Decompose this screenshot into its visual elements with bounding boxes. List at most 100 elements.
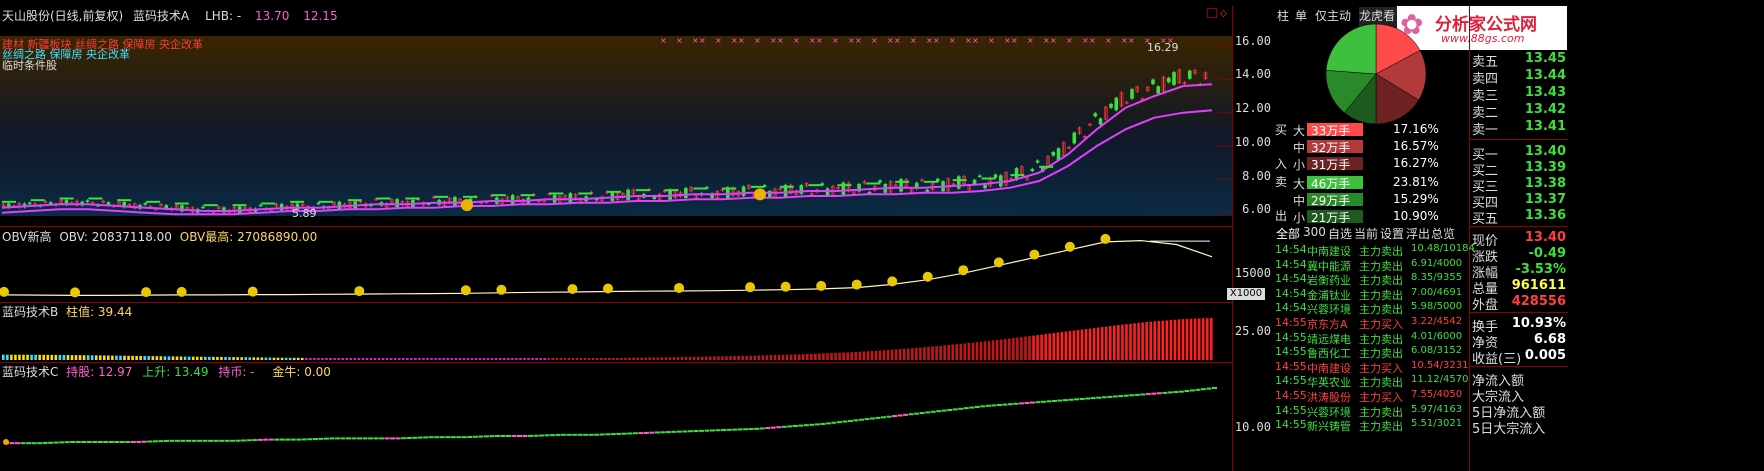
indicator-c-segment <box>20 442 26 445</box>
stat-row: 净资 6.68 <box>1470 332 1568 351</box>
indicator-bar <box>983 341 987 360</box>
indicator-bar <box>1108 326 1112 360</box>
indicator-bar <box>288 357 292 360</box>
indicator-bar <box>567 358 571 360</box>
chart-b-svg <box>2 317 1213 360</box>
obv-new-high-icon <box>780 281 791 292</box>
indicator-bar <box>329 358 332 360</box>
indicator-bar <box>870 351 874 360</box>
indicator-c-segment <box>384 437 390 440</box>
indicator-c-segment <box>186 439 192 442</box>
indicator-bar <box>50 354 54 360</box>
indicator-bar <box>34 354 37 360</box>
obv-new-high-icon <box>247 286 258 297</box>
indicator-c-segment <box>1178 390 1184 393</box>
chart-diamond-icon[interactable]: ◇ <box>1220 9 1227 19</box>
indicator-bar <box>991 340 995 360</box>
indicator-bar <box>733 356 736 360</box>
chart-b-pane[interactable]: 蓝码技术B 柱值: 39.44 <box>0 302 1232 363</box>
stat-value: 961611 <box>1511 278 1566 293</box>
quote-panel: 卖五 13.45 卖四 13.44 卖三 13.43 卖二 13.42 卖一 13.41 买一 13.… <box>1273 6 1568 471</box>
indicator-c-segment <box>974 405 980 408</box>
signal-marker: × <box>731 36 738 45</box>
candle-body <box>741 186 746 196</box>
indicator-bar <box>1016 337 1019 360</box>
indicator-c-segment <box>847 419 853 422</box>
indicator-bar <box>401 358 405 360</box>
candle-body <box>993 174 998 178</box>
sell-quote-row[interactable]: 卖一 13.41 <box>1470 119 1568 138</box>
indicator-c-segment <box>163 439 169 442</box>
indicator-c-segment <box>991 404 997 407</box>
indicator-bar <box>103 355 106 360</box>
indicator-c-segment <box>1206 387 1212 390</box>
indicator-c-segment <box>699 429 705 432</box>
buy-quote-row[interactable]: 买四 13.37 <box>1470 192 1568 211</box>
indicator-bar <box>406 358 409 360</box>
chart-b-bar-value: 柱值: 39.44 <box>66 305 133 319</box>
indicator-bar <box>591 358 595 360</box>
indicator-bar <box>296 357 300 360</box>
indicator-c-segment <box>505 435 511 437</box>
indicator-bar <box>1210 317 1213 360</box>
candle-body <box>85 200 90 203</box>
chart-c-rise: 上升: 13.49 <box>142 365 209 379</box>
indicator-bar <box>898 349 902 360</box>
buy-quote-row[interactable]: 买五 13.36 <box>1470 208 1568 227</box>
indicator-bar <box>640 357 643 360</box>
obv-chart-pane[interactable]: OBV新高 OBV: 20837118.00 OBV最高: 27086890.0… <box>0 226 1232 303</box>
sell-quote-row[interactable]: 卖二 13.42 <box>1470 102 1568 121</box>
sell-quote-row[interactable]: 卖四 13.44 <box>1470 68 1568 87</box>
indicator-c-segment <box>174 439 180 442</box>
stat-value: 0.005 <box>1524 348 1566 363</box>
indicator-bar <box>349 358 353 360</box>
indicator-c-segment <box>693 430 699 433</box>
indicator-bar <box>725 356 728 360</box>
indicator-c-segment <box>290 438 296 441</box>
indicator-c-segment <box>86 441 92 443</box>
indicator-c-segment <box>1189 389 1195 392</box>
obv-new-high-icon <box>1029 249 1040 260</box>
indicator-c-segment <box>814 423 820 426</box>
signal-marker: × <box>832 36 839 45</box>
indicator-bar <box>167 356 171 360</box>
indicator-bar <box>902 348 906 360</box>
indicator-bar <box>906 348 910 360</box>
buy-quote-row[interactable]: 买三 13.38 <box>1470 176 1568 195</box>
indicator-bar <box>2 354 5 360</box>
low-price-label: 5.89 <box>292 207 317 220</box>
signal-marker: × <box>1128 36 1135 45</box>
indicator-bar <box>931 346 934 360</box>
indicator-bar <box>749 355 753 360</box>
indicator-bar <box>414 358 417 360</box>
indicator-c-segment <box>759 427 765 430</box>
indicator-bar <box>474 358 478 360</box>
indicator-bar <box>361 358 365 360</box>
indicator-c-segment <box>191 439 197 442</box>
indicator-c-segment <box>522 435 528 437</box>
indicator-bar <box>785 354 789 360</box>
signal-marker: × <box>1050 36 1057 45</box>
chart-close-icon[interactable] <box>1207 8 1217 18</box>
obv-header: OBV新高 OBV: 20837118.00 OBV最高: 27086890.0… <box>2 228 317 245</box>
indicator-bar <box>98 355 102 360</box>
indicator-c-segment <box>599 433 605 436</box>
indicator-bar <box>224 357 227 360</box>
obv-new-high-icon <box>460 285 471 296</box>
sell-quote-row[interactable]: 卖三 13.43 <box>1470 85 1568 104</box>
indicator-c-segment <box>941 409 947 412</box>
indicator-c-segment <box>373 437 379 440</box>
chart-area[interactable]: × × × × × × × × × × × × × × × × × × × × × × × × × × × × × × × × × × × × × × × ×… <box>0 6 1271 471</box>
buy-quote-row[interactable]: 买一 13.40 <box>1470 144 1568 163</box>
indicator-bar <box>494 358 498 360</box>
chart-c-pane[interactable]: 蓝码技术C 持股: 12.97 上升: 13.49 持币: - 金牛: 0.00 <box>0 362 1232 471</box>
main-chart-pane[interactable]: × × × × × × × × × × × × × × × × × × × × × × × × × × × × × × × × × × × × × × × ×… <box>0 6 1232 227</box>
indicator-c-segment <box>616 432 622 435</box>
indicator-bar <box>979 341 983 360</box>
indicator-bar <box>1007 338 1011 360</box>
buy-quote-row[interactable]: 买二 13.39 <box>1470 160 1568 179</box>
indicator-bar <box>700 356 704 360</box>
indicator-c-segment <box>627 432 633 435</box>
indicator-c-segment <box>1151 392 1157 395</box>
sell-quote-row[interactable]: 卖五 13.45 <box>1470 51 1568 70</box>
